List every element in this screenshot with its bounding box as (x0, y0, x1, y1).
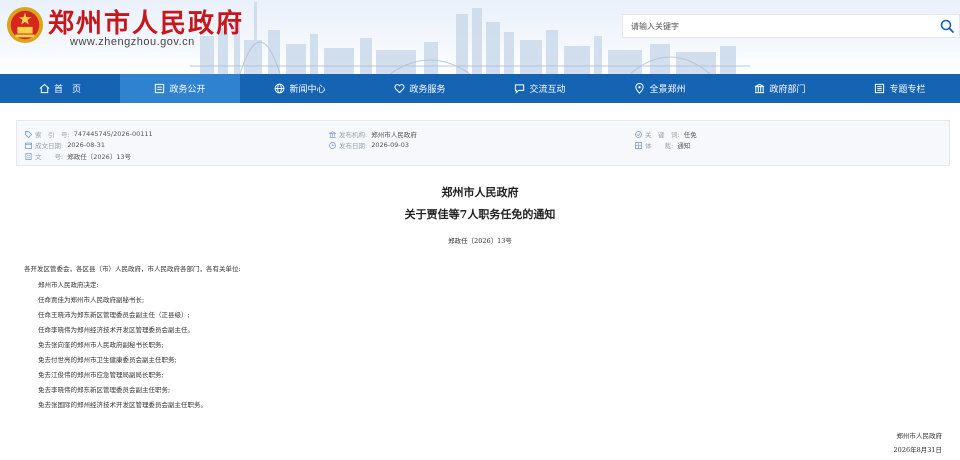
nav-item-departments[interactable]: 政府部门 (720, 74, 840, 103)
article-paragraph: 郑州市人民政府决定: (38, 281, 99, 289)
site-header: 郑州市人民政府 www.zhengzhou.gov.cn (0, 0, 960, 74)
meta-written-date: 成文日期: 2026-08-31 (25, 140, 105, 150)
article-paragraph: 任命王晓沛为郑东新区管理委员会副主任（正县级）; (38, 311, 190, 319)
meta-index: 索 引 号: 747445745/2026-00111 (25, 129, 153, 139)
meta-publish-date: 发布日期: 2026-09-03 (329, 140, 409, 150)
meta-doc-number: 文 号: 郑政任〔2026〕13号 (25, 151, 131, 161)
chat-icon (515, 84, 525, 94)
clock-icon (329, 141, 336, 149)
article-paragraph: 免去付世亮的郑州市卫生健康委员会副主任职务; (38, 356, 177, 364)
calendar-icon (25, 142, 32, 149)
tag-icon (25, 130, 32, 138)
article-issuer: 郑州市人民政府 (441, 186, 519, 199)
nav-item-label: 新闻中心 (289, 85, 326, 95)
article-title: 关于贾佳等7人职务任免的通知 (404, 208, 556, 221)
article-signature: 郑州市人民政府 (896, 432, 943, 440)
search-input[interactable] (623, 15, 933, 37)
meta-publisher: 发布机构: 郑州市人民政府 (329, 129, 417, 139)
search-box (622, 14, 960, 38)
nav-item-label: 政务公开 (169, 85, 206, 95)
article-date: 2026年8月31日 (893, 446, 942, 454)
building-icon (755, 83, 765, 94)
heart-icon (394, 84, 406, 94)
search-icon[interactable] (939, 18, 955, 34)
article-paragraph: 免去张国际的郑州经济技术开发区管理委员会副主任职务。 (38, 401, 207, 409)
nav-item-label: 政府部门 (769, 85, 806, 95)
home-icon (39, 83, 50, 94)
meta-label: 文 号: (35, 153, 64, 161)
meta-keyword: 关 键 词: 任免 (635, 129, 697, 139)
article-paragraph: 免去张向奎的郑州市人民政府副秘书长职务; (38, 341, 164, 349)
nav-item-label: 专题专栏 (889, 85, 926, 95)
article-paragraph: 任命李晓伟为郑州经济技术开发区管理委员会副主任。 (38, 326, 194, 334)
nav-item-label: 交流互动 (529, 85, 566, 95)
document-icon (155, 83, 165, 94)
article-paragraph: 免去李晓伟的郑东新区管理委员会副主任职务; (38, 386, 171, 394)
nav-item-home[interactable]: 首 页 (0, 74, 120, 103)
meta-label: 发布日期: (339, 142, 368, 150)
nav-item-label: 全景郑州 (649, 85, 686, 95)
meta-label: 发布机构: (339, 131, 368, 139)
nav-item-label: 政务服务 (409, 85, 446, 95)
nav-item-news[interactable]: 新闻中心 (240, 74, 360, 103)
meta-label: 体 裁: (645, 142, 674, 150)
nav-item-panorama[interactable]: 全景郑州 (600, 74, 720, 103)
grid-icon (635, 141, 642, 149)
site-title[interactable]: 郑州市人民政府 (48, 3, 244, 40)
meta-value: 郑州市人民政府 (371, 131, 417, 139)
globe-icon (275, 83, 285, 94)
nav-item-topics[interactable]: 专题专栏 (840, 74, 960, 103)
nav-item-services[interactable]: 政务服务 (360, 74, 480, 103)
nav-item-label: 首 页 (53, 85, 81, 95)
nav-item-interaction[interactable]: 交流互动 (480, 74, 600, 103)
meta-value: 郑政任〔2026〕13号 (67, 153, 132, 161)
nav-item-government-affairs[interactable]: 政务公开 (120, 74, 240, 103)
meta-value: 747445745/2026-00111 (73, 130, 153, 138)
site-url[interactable]: www.zhengzhou.gov.cn (70, 36, 195, 48)
article-doc-number: 郑政任〔2026〕13号 (448, 237, 512, 245)
location-icon (635, 83, 645, 94)
article-addressee: 各开发区管委会，各区县（市）人民政府，市人民政府各部门，各有关单位: (24, 265, 241, 273)
document-meta-box: 索 引 号: 747445745/2026-00111 成文日期: 2026-0… (16, 120, 950, 166)
main-nav: 首 页 政务公开 新闻中心 政务服务 交流互动 全景郑州 政府部门 专题专栏 (0, 74, 960, 103)
article-paragraph: 免去江俊伟的郑州市应急管理局副局长职务; (38, 371, 164, 379)
meta-label: 成文日期: (35, 142, 64, 150)
meta-label: 索 引 号: (35, 131, 70, 139)
meta-label: 关 键 词: (645, 131, 680, 139)
meta-value: 任免 (683, 131, 697, 139)
building-icon (329, 130, 336, 138)
meta-value: 通知 (677, 142, 691, 150)
meta-value: 2026-08-31 (67, 141, 105, 149)
meta-genre: 体 裁: 通知 (635, 140, 690, 150)
document-icon (25, 152, 32, 160)
list-icon (875, 83, 885, 94)
check-circle-icon (635, 130, 642, 138)
national-emblem-logo (6, 6, 44, 44)
article-paragraph: 任命贾佳为郑州市人民政府副秘书长; (38, 296, 145, 304)
meta-value: 2026-09-03 (371, 141, 409, 149)
